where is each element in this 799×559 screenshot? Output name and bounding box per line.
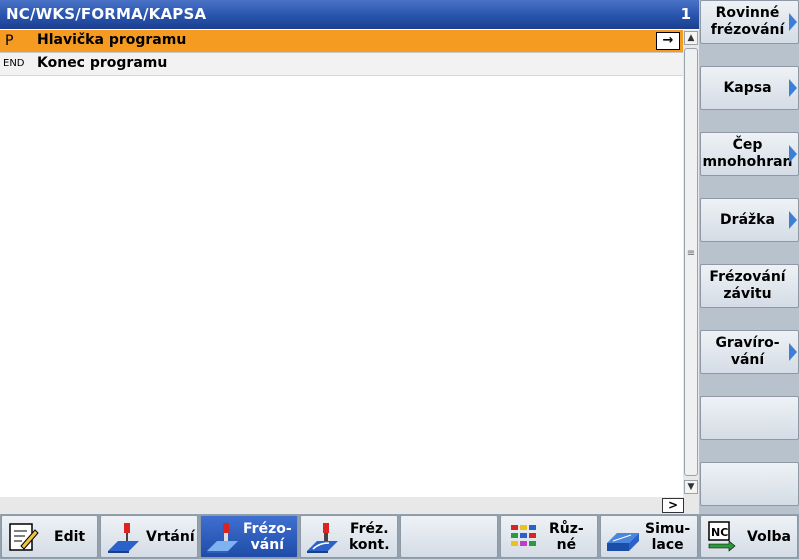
program-path: NC/WKS/FORMA/KAPSA bbox=[6, 5, 207, 23]
scroll-down-icon[interactable]: ▼ bbox=[684, 480, 698, 494]
softkey-face-milling[interactable]: Rovinné frézování bbox=[700, 0, 799, 44]
submenu-arrow-icon bbox=[789, 79, 797, 97]
softkey-label: Růz- né bbox=[549, 520, 584, 553]
softkey-label: Fréz. kont. bbox=[349, 520, 390, 553]
softkey-drilling[interactable]: Vrtání bbox=[100, 515, 198, 558]
scroll-up-icon[interactable]: ▲ bbox=[684, 31, 698, 45]
drilling-icon bbox=[108, 523, 139, 553]
milling-icon bbox=[207, 523, 238, 553]
softkey-empty[interactable] bbox=[400, 515, 498, 558]
softkey-select-nc[interactable]: NC Volba bbox=[700, 515, 798, 558]
program-block-row-header[interactable]: P Hlavička programu → bbox=[0, 30, 683, 53]
softkey-thread-milling[interactable]: Frézování závitu bbox=[700, 264, 799, 308]
softkey-engraving[interactable]: Gravíro- vání bbox=[700, 330, 799, 374]
program-block-row-end[interactable]: END Konec programu bbox=[0, 53, 683, 76]
softkey-label: Čep mnohohran bbox=[702, 137, 793, 170]
submenu-arrow-icon bbox=[789, 211, 797, 229]
softkey-label: Frézo- vání bbox=[243, 520, 292, 553]
block-text: Konec programu bbox=[37, 55, 168, 71]
editor-title-bar: NC/WKS/FORMA/KAPSA 1 bbox=[0, 0, 699, 29]
scroll-right-button[interactable]: > bbox=[662, 498, 684, 513]
softkey-pocket[interactable]: Kapsa bbox=[700, 66, 799, 110]
vertical-softkey-bar: Rovinné frézování Kapsa Čep mnohohran Dr… bbox=[700, 0, 799, 514]
softkey-empty-7[interactable] bbox=[700, 396, 799, 440]
misc-icon bbox=[511, 525, 536, 546]
nc-select-icon: NC bbox=[708, 521, 736, 552]
vertical-scrollbar[interactable]: ▲ ≡ ▼ bbox=[683, 30, 699, 497]
block-tag: P bbox=[5, 33, 14, 49]
submenu-arrow-icon bbox=[789, 145, 797, 163]
block-tag: END bbox=[3, 58, 25, 69]
svg-text:NC: NC bbox=[711, 526, 728, 539]
softkey-empty-8[interactable] bbox=[700, 462, 799, 506]
scrollbar-thumb[interactable]: ≡ bbox=[684, 48, 698, 476]
softkey-slot[interactable]: Drážka bbox=[700, 198, 799, 242]
softkey-label: Rovinné frézování bbox=[710, 5, 785, 38]
softkey-edit[interactable]: Edit bbox=[1, 515, 98, 558]
block-text: Hlavička programu bbox=[37, 32, 187, 48]
softkey-milling[interactable]: Frézo- vání bbox=[200, 515, 298, 558]
submenu-arrow-icon bbox=[789, 343, 797, 361]
simulation-icon bbox=[607, 533, 639, 551]
program-editor: NC/WKS/FORMA/KAPSA 1 P Hlavička programu… bbox=[0, 0, 699, 514]
contour-milling-icon bbox=[307, 523, 338, 553]
softkey-contour-milling[interactable]: Fréz. kont. bbox=[300, 515, 398, 558]
horizontal-scroll-strip: > bbox=[0, 497, 699, 514]
softkey-label: Kapsa bbox=[723, 79, 772, 96]
horizontal-softkey-bar: Edit Vrtání Frézo- vání Fréz. kont. Růz-… bbox=[0, 514, 799, 559]
edit-icon bbox=[9, 523, 39, 551]
softkey-miscellaneous[interactable]: Růz- né bbox=[500, 515, 598, 558]
softkey-label: Gravíro- vání bbox=[715, 335, 780, 368]
softkey-label: Drážka bbox=[720, 211, 775, 228]
softkey-spigot-polygon[interactable]: Čep mnohohran bbox=[700, 132, 799, 176]
softkey-label: Frézování závitu bbox=[709, 269, 786, 302]
softkey-label: Vrtání bbox=[146, 528, 195, 545]
softkey-label: Edit bbox=[54, 528, 86, 545]
softkey-label: Simu- lace bbox=[645, 520, 691, 553]
softkey-simulation[interactable]: Simu- lace bbox=[600, 515, 698, 558]
open-block-arrow-icon[interactable]: → bbox=[656, 32, 680, 50]
channel-number: 1 bbox=[680, 5, 691, 23]
submenu-arrow-icon bbox=[789, 13, 797, 31]
softkey-label: Volba bbox=[747, 528, 791, 545]
